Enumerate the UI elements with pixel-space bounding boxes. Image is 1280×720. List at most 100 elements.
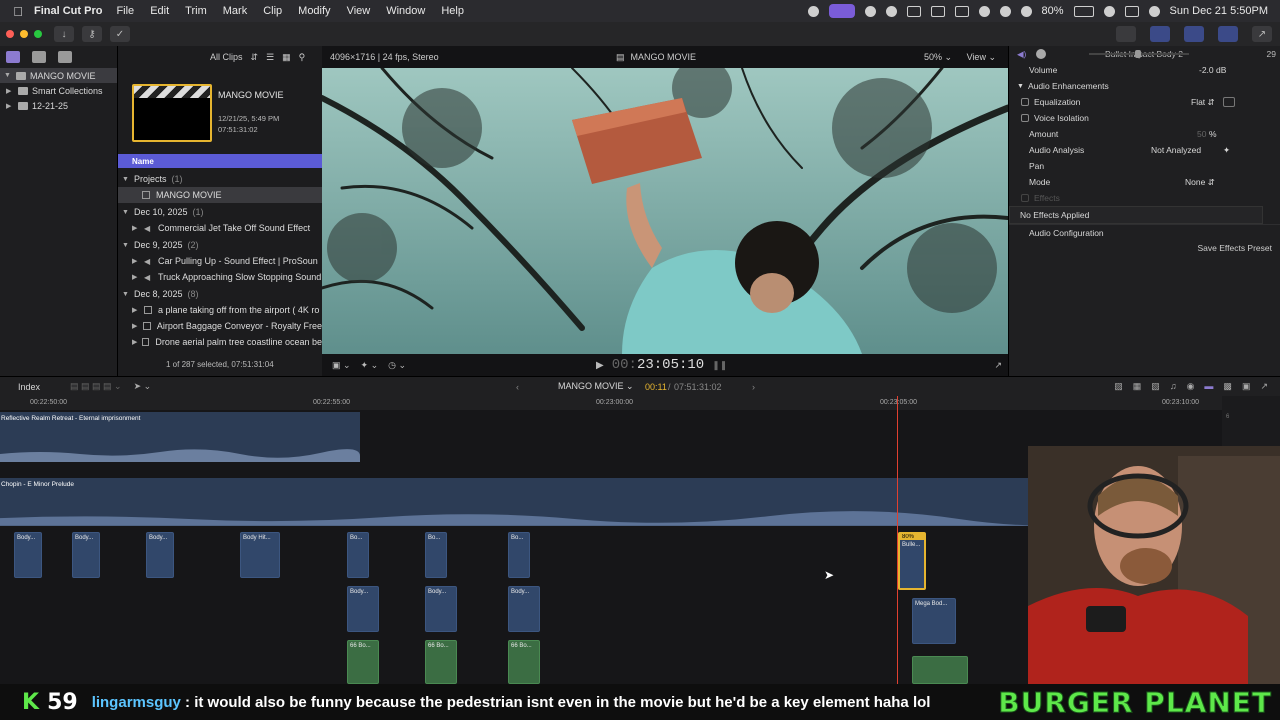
history-forward-icon[interactable]: › (752, 382, 755, 392)
disclosure-icon[interactable]: ▼ (122, 209, 134, 216)
list-item[interactable]: MANGO MOVIE (118, 187, 322, 203)
menu-window[interactable]: Window (386, 5, 425, 17)
apple-icon[interactable]:  (10, 3, 26, 19)
fullscreen-timeline-icon[interactable]: ↗ (1260, 381, 1268, 392)
control-center-icon[interactable] (1124, 5, 1139, 17)
audio-clip[interactable]: Bo... (347, 532, 369, 578)
disclosure-icon[interactable]: ▶ (6, 102, 14, 110)
close-window-button[interactable] (6, 30, 14, 38)
share-menu-button[interactable] (1116, 26, 1136, 42)
audio-clip[interactable]: 66 Bo... (347, 640, 379, 684)
audio-clip[interactable]: Bo... (508, 532, 530, 578)
music-clip[interactable]: Reflective Realm Retreat - Eternal impri… (0, 412, 360, 462)
audio-enhancements-header[interactable]: Audio Enhancements (1028, 81, 1109, 91)
library-item-event[interactable]: ▶ 12-21-25 (0, 98, 117, 113)
list-item[interactable]: ▶ ◀ Car Pulling Up - Sound Effect | ProS… (118, 253, 322, 269)
effects-checkbox[interactable] (1021, 194, 1029, 202)
import-button[interactable]: ↓ (54, 26, 74, 42)
group-date[interactable]: ▼ Dec 9, 2025 (2) (118, 237, 322, 253)
menu-view[interactable]: View (347, 5, 371, 17)
audio-clip[interactable]: Mega Bod... (912, 598, 956, 644)
volume-icon[interactable] (906, 5, 921, 17)
timeline-project-dropdown[interactable]: MANGO MOVIE ⌄ (558, 381, 634, 392)
audio-skimming-icon[interactable]: ♫ (1170, 381, 1177, 392)
group-date[interactable]: ▼ Dec 8, 2025 (8) (118, 286, 322, 302)
transitions-browser-icon[interactable]: ▣ (1242, 381, 1251, 392)
disclosure-icon[interactable]: ▶ (132, 338, 142, 346)
audio-inspector-tab-icon[interactable]: ◀) (1017, 49, 1026, 60)
list-item[interactable]: ▶ Airport Baggage Conveyor - Royalty Fre… (118, 318, 322, 334)
siri-icon[interactable] (1148, 5, 1160, 17)
list-item[interactable]: ▶ Drone aerial palm tree coastline ocean… (118, 334, 322, 350)
transform-icon[interactable]: ▣ ⌄ (332, 360, 351, 371)
list-item[interactable]: ▶ ◀ Truck Approaching Slow Stopping Soun… (118, 269, 322, 285)
layout-browser-button[interactable] (1150, 26, 1170, 42)
display-icon[interactable] (930, 5, 945, 17)
menu-edit[interactable]: Edit (150, 5, 169, 17)
background-tasks-button[interactable]: ✓ (110, 26, 130, 42)
snapping-icon[interactable]: ▧ (1151, 381, 1160, 392)
equalization-dropdown[interactable]: Flat ⇵ (1191, 97, 1215, 108)
disclosure-icon[interactable]: ▶ (132, 224, 144, 232)
battery-icon[interactable] (1073, 5, 1094, 17)
video-frame[interactable] (322, 68, 1008, 354)
menu-file[interactable]: File (116, 5, 134, 17)
audio-clip[interactable]: Body... (508, 586, 540, 632)
layout-inspector-button[interactable] (1218, 26, 1238, 42)
disclosure-icon[interactable]: ▶ (132, 306, 144, 314)
audio-configuration-header[interactable]: Audio Configuration (1029, 228, 1104, 238)
clock[interactable]: Sun Dec 21 5:50PM (1170, 5, 1268, 17)
zoom-dropdown[interactable]: 50% ⌄ (924, 52, 952, 63)
lock-icon[interactable] (999, 5, 1011, 17)
play-icon[interactable] (885, 5, 897, 17)
audio-clip[interactable]: 66 Bo... (425, 640, 457, 684)
menu-clip[interactable]: Clip (263, 5, 282, 17)
wifi-icon[interactable] (1020, 5, 1032, 17)
eq-graph-icon[interactable] (1223, 97, 1235, 107)
playhead[interactable] (897, 396, 898, 684)
search-icon[interactable] (1103, 5, 1115, 17)
disclosure-icon[interactable]: ▶ (132, 273, 144, 281)
chevron-updown-icon[interactable]: ⇵ (251, 52, 259, 63)
screen-icon[interactable] (954, 5, 969, 17)
magic-wand-icon[interactable]: ✦ (1223, 145, 1230, 156)
enhance-icon[interactable]: ✦ ⌄ (361, 360, 379, 371)
column-header-name[interactable]: Name (118, 154, 322, 168)
minimize-window-button[interactable] (20, 30, 28, 38)
photos-audio-tab-icon[interactable] (32, 51, 46, 63)
history-back-icon[interactable]: ‹ (516, 382, 519, 392)
speed-icon[interactable]: ◷ ⌄ (388, 360, 406, 371)
list-item[interactable]: ▶ ◀ Commercial Jet Take Off Sound Effect (118, 220, 322, 236)
menu-modify[interactable]: Modify (298, 5, 330, 17)
disclosure-icon[interactable]: ▼ (1017, 83, 1024, 90)
audio-clip[interactable]: 66 Bo... (508, 640, 540, 684)
disclosure-icon[interactable]: ▼ (122, 291, 134, 298)
disclosure-icon[interactable]: ▶ (132, 257, 144, 265)
menu-help[interactable]: Help (441, 5, 464, 17)
disclosure-icon[interactable]: ▶ (6, 87, 14, 95)
library-item-smart-collections[interactable]: ▶ Smart Collections (0, 83, 117, 98)
menu-trim[interactable]: Trim (185, 5, 207, 17)
project-thumbnail[interactable] (132, 84, 212, 142)
equalization-checkbox[interactable] (1021, 98, 1029, 106)
audio-clip[interactable]: Body... (146, 532, 174, 578)
audio-clip[interactable]: Body... (14, 532, 42, 578)
zoom-window-button[interactable] (34, 30, 42, 38)
share-button[interactable]: ↗ (1252, 26, 1272, 42)
list-item[interactable]: ▶ a plane taking off from the airport ( … (118, 302, 322, 318)
clip-appearance-icon[interactable]: ▬ (1204, 381, 1213, 392)
solo-icon[interactable]: ◉ (1187, 381, 1195, 392)
browser-settings-icon[interactable]: ▦ (282, 52, 291, 63)
group-date[interactable]: ▼ Dec 10, 2025 (1) (118, 204, 322, 220)
skimming-icon[interactable]: ▦ (1133, 381, 1142, 392)
voice-isolation-checkbox[interactable] (1021, 114, 1029, 122)
volume-value[interactable]: -2.0 dB (1199, 65, 1226, 75)
disclosure-icon[interactable]: ▶ (132, 322, 143, 330)
libraries-tab-icon[interactable] (6, 51, 20, 63)
volume-slider[interactable] (1089, 50, 1189, 58)
status-icon[interactable] (807, 5, 819, 17)
fullscreen-icon[interactable]: ↗ (994, 360, 1002, 371)
timecode-display[interactable]: 23:05:10 (637, 357, 704, 373)
disclosure-icon[interactable]: ▼ (4, 72, 12, 79)
zoom-to-fit-icon[interactable]: ▨ (1114, 381, 1123, 392)
